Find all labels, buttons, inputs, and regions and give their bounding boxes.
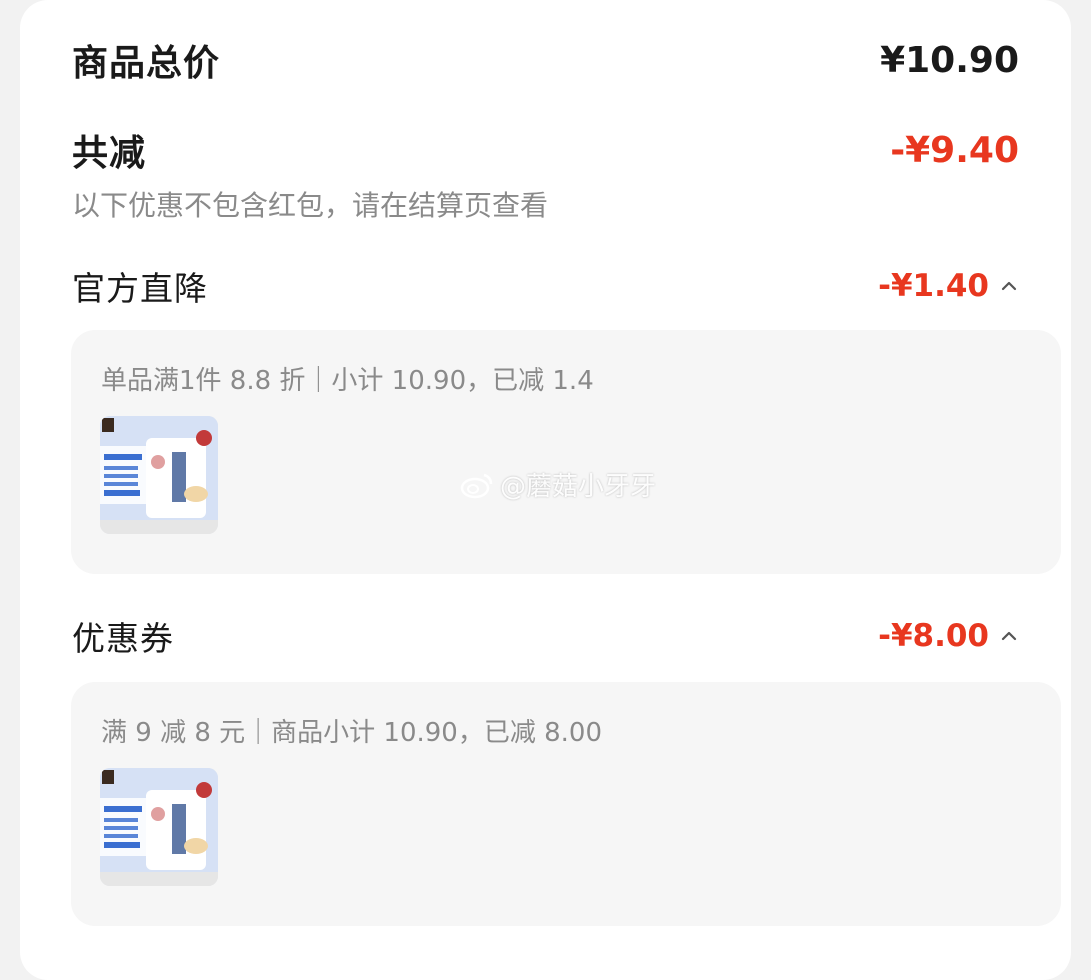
- discount-amount: -¥9.40: [890, 129, 1019, 171]
- section-official-header[interactable]: 官方直降 -¥1.40: [72, 262, 1019, 310]
- section-amount: -¥8.00: [878, 618, 989, 654]
- total-amount: ¥10.90: [880, 39, 1019, 81]
- price-breakdown-card: 商品总价 ¥10.90 共减 -¥9.40 以下优惠不包含红包，请在结算页查看 …: [20, 0, 1071, 980]
- section-amount-group[interactable]: -¥8.00: [878, 618, 1019, 654]
- discount-label: 共减: [72, 133, 147, 174]
- discount-note: 以下优惠不包含红包，请在结算页查看: [72, 189, 549, 222]
- section-official-panel: 单品满1件 8.8 折｜小计 10.90，已减 1.4: [71, 330, 1061, 574]
- section-detail: 单品满1件 8.8 折｜小计 10.90，已减 1.4: [101, 366, 594, 396]
- product-thumbnail[interactable]: [100, 768, 218, 886]
- product-thumbnail[interactable]: [100, 416, 218, 534]
- section-title: 优惠券: [72, 619, 174, 658]
- section-coupon-header[interactable]: 优惠券 -¥8.00: [72, 612, 1019, 660]
- section-coupon-panel: 满 9 减 8 元｜商品小计 10.90，已减 8.00: [71, 682, 1061, 926]
- total-row: 商品总价 ¥10.90: [72, 34, 1019, 86]
- section-title: 官方直降: [72, 269, 208, 308]
- discount-row: 共减 -¥9.40: [72, 124, 1019, 176]
- watermark-text: @蘑菇小牙牙: [500, 472, 657, 502]
- product-image-icon: [100, 768, 218, 886]
- weibo-icon: [460, 473, 493, 498]
- product-image-icon: [100, 416, 218, 534]
- chevron-up-icon[interactable]: [999, 626, 1019, 646]
- section-amount: -¥1.40: [878, 268, 989, 304]
- total-label: 商品总价: [72, 43, 221, 84]
- chevron-up-icon[interactable]: [999, 276, 1019, 296]
- watermark: @蘑菇小牙牙: [460, 466, 656, 503]
- section-amount-group[interactable]: -¥1.40: [878, 268, 1019, 304]
- section-detail: 满 9 减 8 元｜商品小计 10.90，已减 8.00: [101, 718, 602, 748]
